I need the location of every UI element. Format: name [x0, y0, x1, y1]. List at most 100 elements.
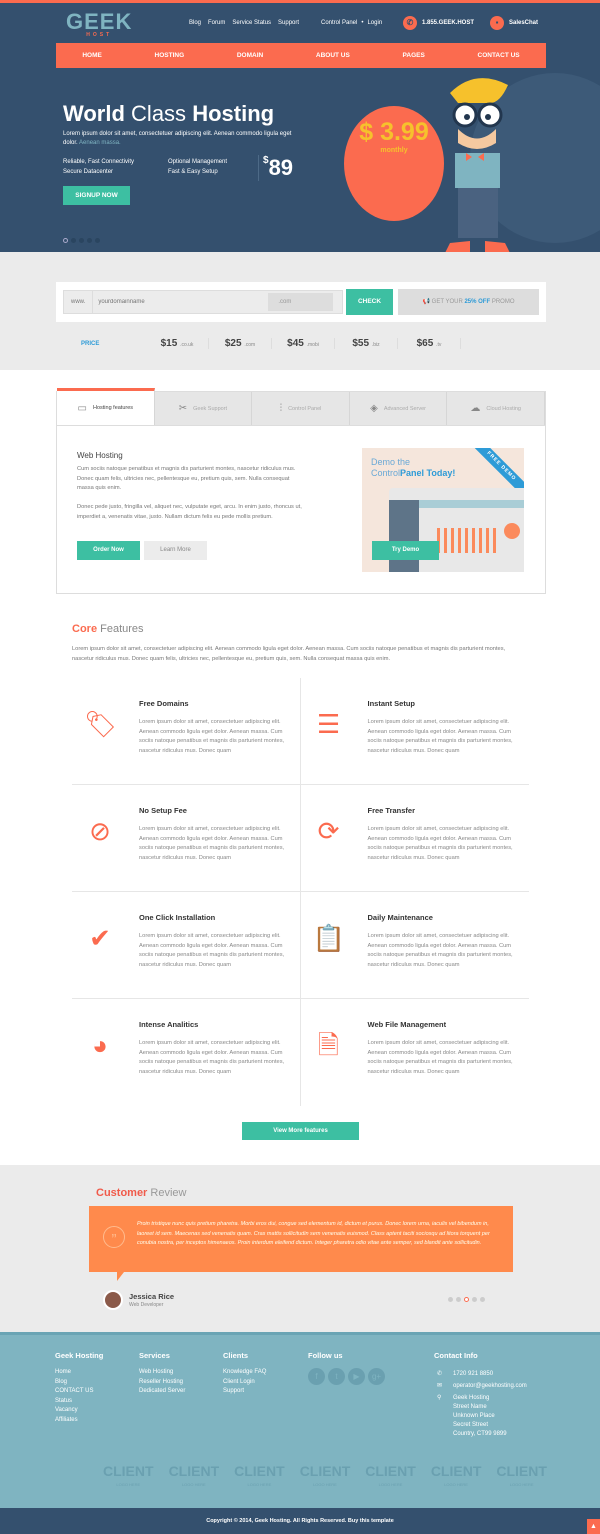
domain-search: www. .com — [63, 290, 343, 314]
footer-link[interactable]: Home — [55, 1368, 93, 1378]
sales-chat[interactable]: ▪ SalesChat — [490, 16, 538, 30]
domain-input[interactable] — [93, 299, 266, 305]
link-control-panel[interactable]: Control Panel — [321, 20, 357, 26]
feature-item: ✔ One Click Installation Lorem ipsum dolor… — [72, 892, 301, 999]
footer-link[interactable]: Status — [55, 1397, 93, 1407]
facebook-icon[interactable]: f — [308, 1368, 325, 1385]
feature-title: Intense Analitics — [139, 1020, 199, 1029]
google-plus-icon[interactable]: g+ — [368, 1368, 385, 1385]
cloud-icon: ☁ — [470, 403, 481, 414]
footer-phone: ✆ 1720 921 8850 — [437, 1371, 494, 1377]
link-support[interactable]: Support — [278, 20, 299, 26]
hero-features-right: Optional Management Fast & Easy Setup — [168, 159, 228, 175]
social-links: f t ▶ g+ — [308, 1368, 385, 1385]
tab-advanced-server[interactable]: ◈ Advanced Server — [350, 392, 448, 425]
scroll-top-button[interactable]: ▲ — [587, 1519, 600, 1534]
review-dot[interactable] — [464, 1297, 469, 1302]
link-blog[interactable]: Blog — [189, 20, 201, 26]
nav-pages[interactable]: PAGES — [403, 52, 425, 59]
check-button[interactable]: CHECK — [346, 289, 393, 315]
tab-geek-support[interactable]: ✂ Geek Support — [155, 392, 253, 425]
footer-heading: Clients — [223, 1351, 249, 1360]
review-dot[interactable] — [480, 1297, 485, 1302]
review-dot[interactable] — [456, 1297, 461, 1302]
click-install-icon: ✔ — [89, 923, 111, 953]
phone-contact[interactable]: ✆ 1.855.GEEK.HOST — [403, 16, 474, 30]
signup-button[interactable]: SIGNUP NOW — [63, 186, 130, 205]
review-quote: ” Proin tristique nunc quis pretium phare… — [89, 1206, 513, 1281]
footer-link[interactable]: Affiliates — [55, 1416, 93, 1426]
slide-dot[interactable] — [71, 238, 76, 243]
client-logo: CLIENT LOGO HERE — [430, 1463, 482, 1487]
client-logo: CLIENT LOGO HERE — [365, 1463, 416, 1487]
tab-paragraph: Donec pede justo, fringilla vel, aliquet… — [77, 504, 302, 520]
feature-title: Web File Management — [367, 1020, 447, 1029]
feature-item: 📋 Daily Maintenance Lorem ipsum dolor sit … — [300, 892, 529, 999]
feature-text: Lorem ipsum dolor sit amet, consectetuer… — [139, 933, 285, 969]
twitter-icon[interactable]: t — [328, 1368, 345, 1385]
review-dot[interactable] — [448, 1297, 453, 1302]
tab-hosting-features[interactable]: ▭ Hosting features — [57, 388, 155, 425]
feature-title: No Setup Fee — [139, 806, 187, 815]
client-logo: CLIENT LOGO HERE — [103, 1463, 154, 1487]
feature-title: One Click Installation — [139, 913, 216, 922]
tab-control-panel[interactable]: ⫶ Control Panel — [252, 392, 350, 425]
slide-dot[interactable] — [79, 238, 84, 243]
slide-dot[interactable] — [63, 238, 68, 243]
nav-home[interactable]: HOME — [82, 52, 102, 59]
link-service-status[interactable]: Service Status — [232, 20, 271, 26]
order-now-button[interactable]: Order Now — [77, 541, 140, 560]
phone-icon: ✆ — [403, 16, 417, 30]
tld-select[interactable]: .com — [268, 293, 334, 311]
nav-contact-us[interactable]: CONTACT US — [478, 52, 520, 59]
location-pin-icon: ⚲ — [437, 1395, 442, 1401]
account-links: Control Panel • Login — [321, 20, 383, 26]
client-logos: CLIENT LOGO HERE CLIENT LOGO HERE CLIENT LOGO… — [103, 1463, 547, 1491]
nav-domain[interactable]: DOMAIN — [237, 52, 263, 59]
view-more-features-button[interactable]: View More features — [242, 1122, 359, 1140]
logo[interactable]: GEEK HOST — [66, 9, 132, 38]
slide-dot[interactable] — [87, 238, 92, 243]
footer-link[interactable]: Support — [223, 1387, 266, 1397]
learn-more-button[interactable]: Learn More — [144, 541, 207, 560]
core-features-intro: Lorem ipsum dolor sit amet, consectetuer… — [72, 646, 506, 662]
footer-link[interactable]: CONTACT US — [55, 1387, 93, 1397]
try-demo-button[interactable]: Try Demo — [372, 541, 439, 560]
slide-dot[interactable] — [95, 238, 100, 243]
mascot-illustration — [445, 78, 510, 252]
promo-button[interactable]: 📢 GET YOUR 25% OFF PROMO — [398, 289, 539, 315]
transfer-icon: ⟳ — [317, 816, 340, 846]
footer-link[interactable]: Reseller Hosting — [139, 1378, 185, 1388]
feature-item: ◕ Intense Analitics Lorem ipsum dolor sit … — [72, 999, 301, 1106]
footer-address: ⚲ Geek Hosting Street Name Unknown Place Sec… — [437, 1394, 507, 1439]
footer-link[interactable]: Dedicated Server — [139, 1387, 185, 1397]
footer-link[interactable]: Vacancy — [55, 1406, 93, 1416]
price-badge: $ 3.99 monthly — [344, 106, 444, 221]
reviewer-role: Web Developer — [129, 1302, 164, 1308]
no-fee-icon: ⊘ — [89, 816, 111, 846]
tab-title: Web Hosting — [77, 451, 123, 460]
instant-setup-icon: ☰ — [316, 709, 341, 739]
main-nav: HOME HOSTING DOMAIN ABOUT US PAGES CONTA… — [56, 43, 546, 68]
footer-email[interactable]: ✉ operator@geekhosting.com — [437, 1382, 527, 1391]
nav-about-us[interactable]: ABOUT US — [316, 52, 350, 59]
client-logo: CLIENT LOGO HERE — [496, 1463, 547, 1487]
youtube-icon[interactable]: ▶ — [348, 1368, 365, 1385]
megaphone-icon: 📢 — [422, 299, 430, 305]
link-forum[interactable]: Forum — [208, 20, 225, 26]
feature-text: Lorem ipsum dolor sit amet, consectetuer… — [367, 719, 513, 755]
nav-hosting[interactable]: HOSTING — [155, 52, 185, 59]
review-dot[interactable] — [472, 1297, 477, 1302]
footer-link[interactable]: Web Hosting — [139, 1368, 185, 1378]
top-links: Blog Forum Service Status Support — [189, 20, 299, 26]
link-login[interactable]: Login — [367, 20, 382, 26]
footer-link[interactable]: Client Login — [223, 1378, 266, 1388]
tab-cloud-hosting[interactable]: ☁ Cloud Hosting — [447, 392, 545, 425]
address-line: Secret Street — [453, 1422, 489, 1428]
footer-link[interactable]: Knowledge FAQ — [223, 1368, 266, 1378]
address-line: Country, CT99 9899 — [453, 1431, 507, 1437]
feature-item: ☰ Instant Setup Lorem ipsum dolor sit amet… — [300, 678, 529, 785]
footer-link[interactable]: Blog — [55, 1378, 93, 1388]
footer-heading: Contact Info — [434, 1351, 478, 1360]
layers-icon: ◈ — [370, 403, 378, 414]
